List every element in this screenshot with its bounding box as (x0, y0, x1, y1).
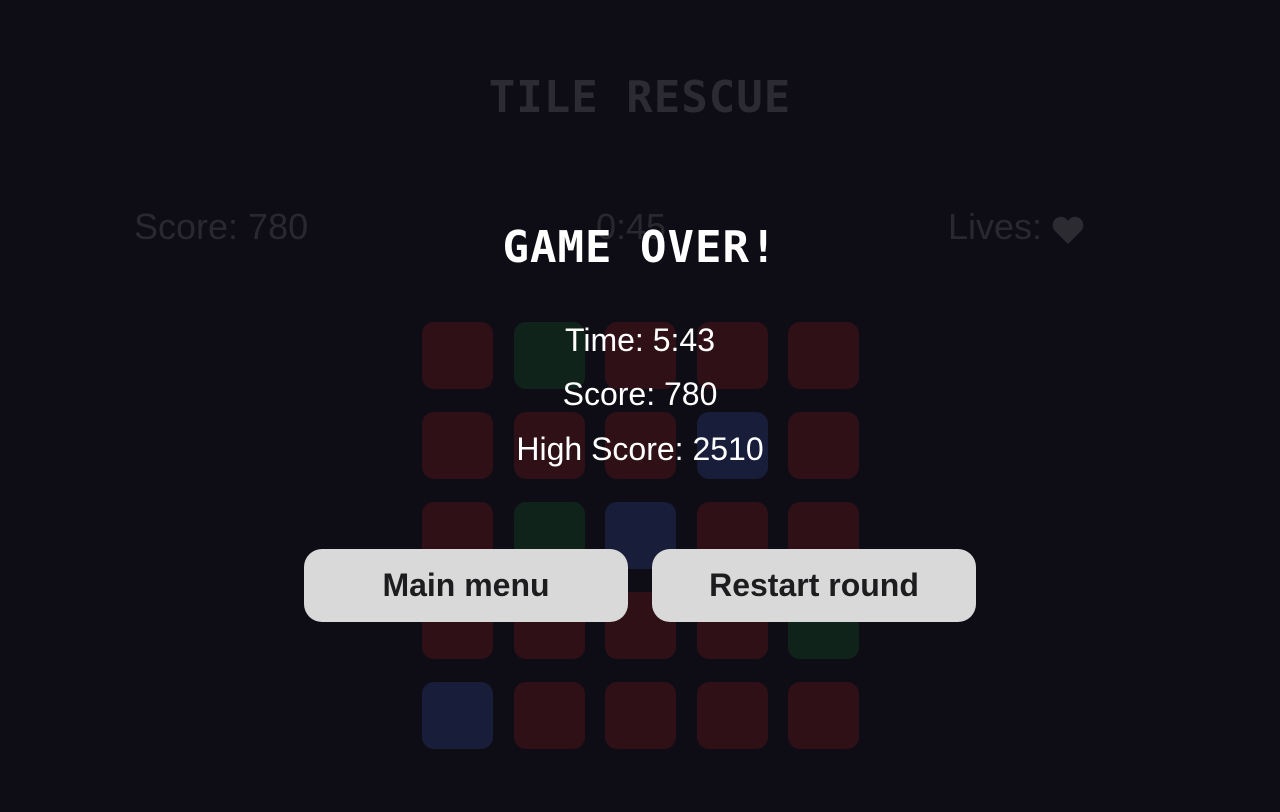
main-menu-button[interactable]: Main menu (304, 549, 628, 622)
tile-red (514, 682, 585, 749)
tile-red (697, 682, 768, 749)
restart-round-button[interactable]: Restart round (652, 549, 976, 622)
game-screen: TILE RESCUE Score: 780 0:45 Lives: GAME … (0, 0, 1280, 812)
tile-red (788, 682, 859, 749)
game-over-title: GAME OVER! (502, 222, 778, 273)
game-title: TILE RESCUE (488, 72, 792, 123)
tile-red (605, 682, 676, 749)
high-score: High Score: 2510 (516, 431, 764, 467)
final-score: Score: 780 (562, 376, 718, 412)
final-time: Time: 5:43 (565, 322, 715, 358)
tile-blue (422, 682, 493, 749)
